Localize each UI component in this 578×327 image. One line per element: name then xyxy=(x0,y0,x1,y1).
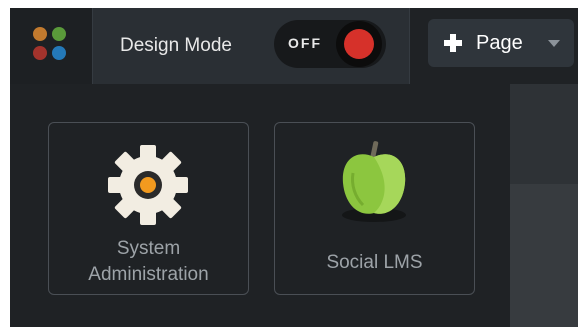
logo-dot-blue xyxy=(52,46,66,60)
logo-dot-orange xyxy=(33,27,47,41)
app-frame: Design Mode OFF Page System Administrati… xyxy=(10,8,578,327)
right-side-panel xyxy=(510,84,578,327)
gear-icon xyxy=(108,145,188,225)
top-bar: Design Mode OFF Page xyxy=(10,8,578,84)
design-mode-label: Design Mode xyxy=(120,35,232,56)
right-panel-shade xyxy=(510,84,578,184)
tile-system-administration[interactable]: System Administration xyxy=(48,122,249,295)
apple-icon xyxy=(342,141,406,222)
design-mode-section: Design Mode OFF xyxy=(92,8,410,84)
toggle-state-text: OFF xyxy=(288,35,322,51)
logo-dot-green xyxy=(52,27,66,41)
tile-label-line1: System xyxy=(116,238,181,259)
tile-social-lms[interactable]: Social LMS xyxy=(274,122,475,295)
four-dots-logo-icon[interactable] xyxy=(10,8,92,84)
toggle-knob[interactable] xyxy=(336,21,382,67)
add-page-button[interactable]: Page xyxy=(428,19,574,67)
caret-down-icon[interactable] xyxy=(548,40,560,47)
tile-label-social-lms: Social LMS xyxy=(326,252,423,273)
tile-label-line2: Administration xyxy=(88,264,209,285)
logo-dot-red xyxy=(33,46,47,60)
design-mode-toggle[interactable]: OFF xyxy=(274,20,386,68)
page-button-label: Page xyxy=(476,32,523,54)
tile-label-system-administration: System Administration xyxy=(49,236,248,288)
plus-icon xyxy=(444,34,462,52)
